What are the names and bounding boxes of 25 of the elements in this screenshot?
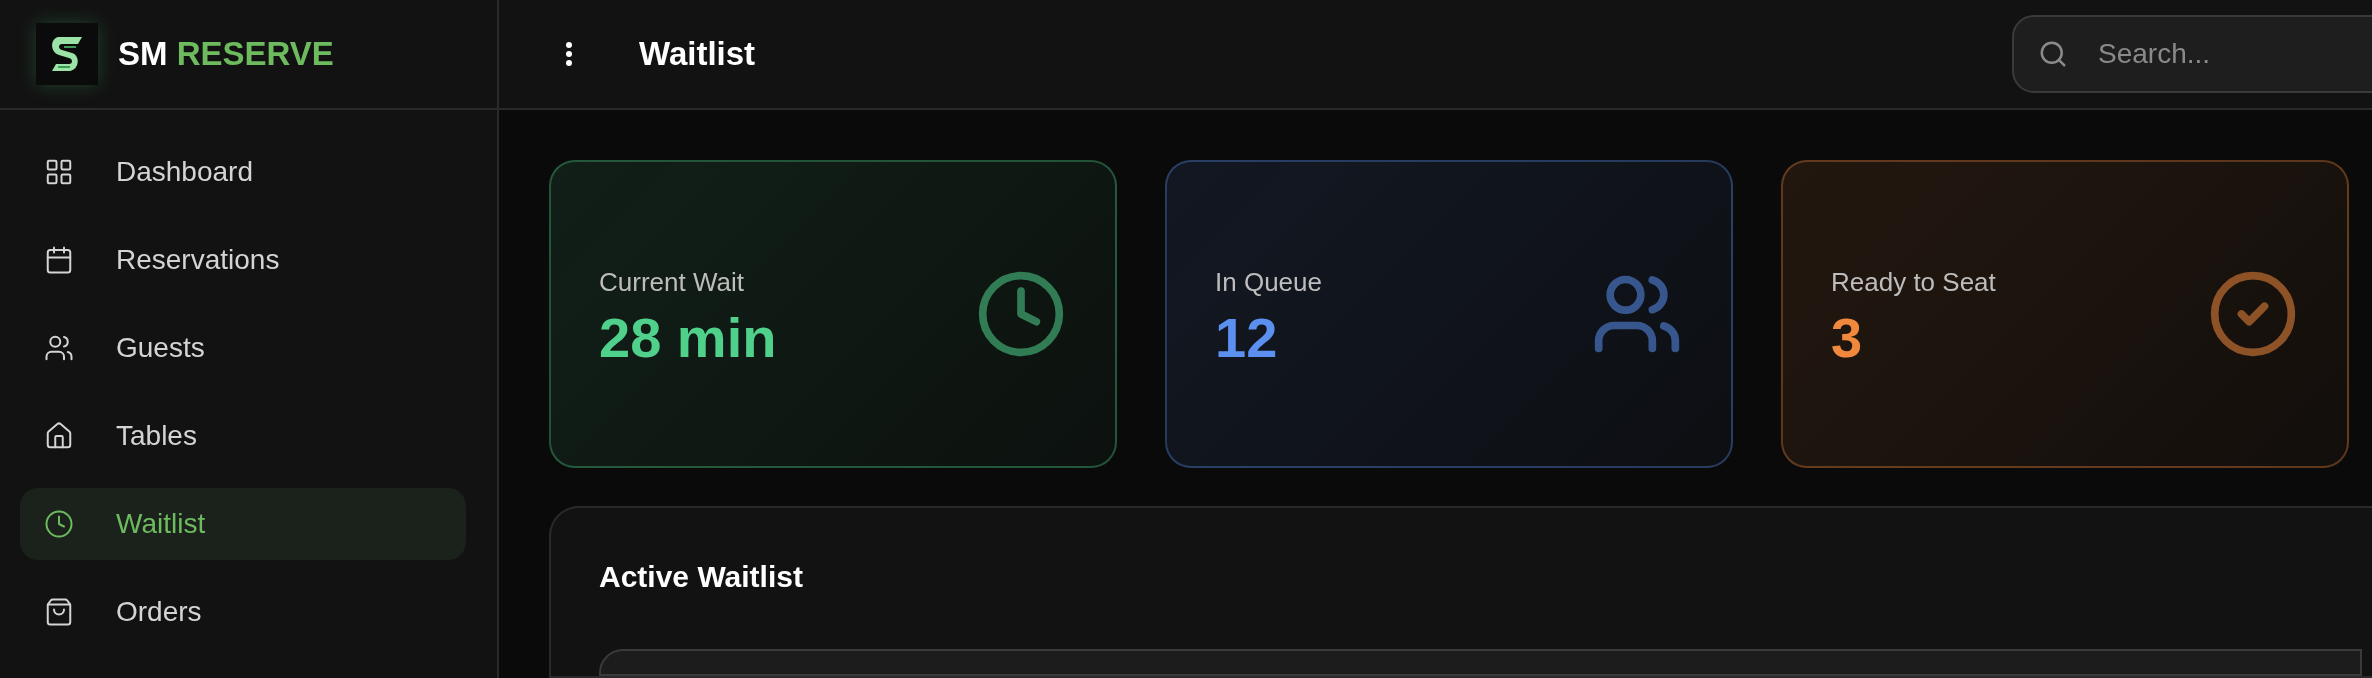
sidebar-item[interactable]: Tables	[20, 400, 466, 472]
logo-icon	[36, 23, 98, 85]
brand-name: SM RESERVE	[118, 34, 334, 75]
stat-value: 28 min	[599, 309, 777, 366]
dashboard-grid-icon	[44, 157, 74, 187]
sidebar-item[interactable]: Guests	[20, 312, 466, 384]
panel-title: Active Waitlist	[599, 559, 804, 595]
stat-value: 12	[1215, 309, 1279, 366]
stat-label: In Queue	[1215, 265, 1322, 299]
calendar-icon	[44, 245, 74, 275]
house-icon	[44, 421, 74, 451]
search-icon	[2038, 39, 2068, 69]
stat-label: Current Wait	[599, 265, 745, 299]
vertical-dots-icon	[566, 42, 572, 66]
search-field[interactable]: Search...	[2012, 15, 2372, 93]
sidebar-item[interactable]: Waitlist	[20, 488, 466, 560]
sidebar-item[interactable]: Orders	[20, 576, 466, 648]
shopping-bag-icon	[44, 597, 74, 627]
clock-icon	[44, 509, 74, 539]
sidebar-item[interactable]: Dashboard	[20, 136, 466, 208]
sidebar-item[interactable]: Reservations	[20, 224, 466, 296]
stat-value: 3	[1831, 309, 1864, 366]
stat-label: Ready to Seat	[1831, 265, 1996, 299]
users-icon	[44, 333, 74, 363]
page-title: Waitlist	[639, 34, 756, 75]
